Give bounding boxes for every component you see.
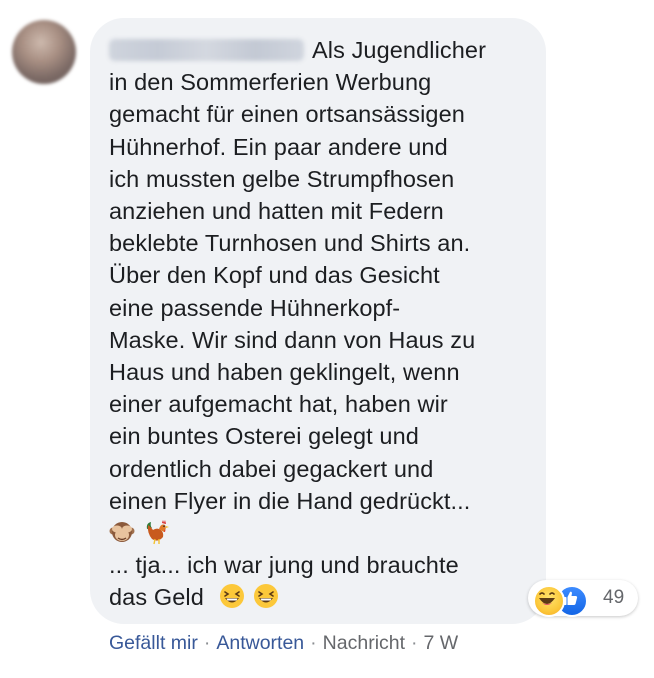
reaction-count: 49 [603,587,625,608]
comment-line: Als Jugendlicher [109,34,539,66]
comment-line: ordentlich dabei gegackert und [109,455,434,482]
comment-actions: Gefällt mir · Antworten · Nachricht · 7 W [109,632,458,655]
comment-line: eine passende Hühnerkopf- [109,294,401,321]
grinning-squinting-face-icon [254,584,279,609]
comment-line: das Geld [109,581,539,613]
comment-line: ... tja... ich war jung und brauchte [109,552,459,579]
separator: · [411,632,418,654]
comment-line: einen Flyer in die Hand gedrückt... [109,487,471,514]
comment-line: beklebte Turnhosen und Shirts an. [109,230,471,257]
comment-line-text: Als Jugendlicher [312,37,487,63]
emoji-line [109,517,539,549]
comment-line: Maske. Wir sind dann von Haus zu [109,326,476,353]
comment-line: einer aufgemacht hat, haben wir [109,391,448,418]
reactions-summary[interactable]: 49 [528,580,638,617]
haha-reaction-icon [533,585,565,617]
separator: · [203,632,211,654]
comment-line: Über den Kopf und das Gesicht [109,262,440,289]
see-no-evil-monkey-icon [109,522,135,543]
comment-line: ich mussten gelbe Strumpfhosen [109,165,455,192]
rooster-icon [146,520,169,545]
separator: · [310,632,317,654]
grinning-squinting-face-icon [219,584,244,609]
comment-body: Als Jugendlicher in den Sommerferien Wer… [109,34,539,614]
reply-link[interactable]: Antworten [216,632,304,654]
comment-line: Haus und haben geklingelt, wenn [109,359,460,386]
comment-line: ein buntes Osterei gelegt und [109,423,419,450]
message-link[interactable]: Nachricht [323,632,405,654]
comment-line: Hühnerhof. Ein paar andere und [109,133,448,160]
like-link[interactable]: Gefällt mir [109,632,198,654]
comment-line-text: das Geld [109,584,204,611]
author-name-link[interactable] [109,39,304,61]
commenter-avatar[interactable] [12,20,76,84]
timestamp[interactable]: 7 W [424,632,459,654]
comment-line: anziehen und hatten mit Federn [109,198,444,225]
comment-line: gemacht für einen ortsansässigen [109,101,465,128]
comment-line: in den Sommerferien Werbung [109,69,432,96]
